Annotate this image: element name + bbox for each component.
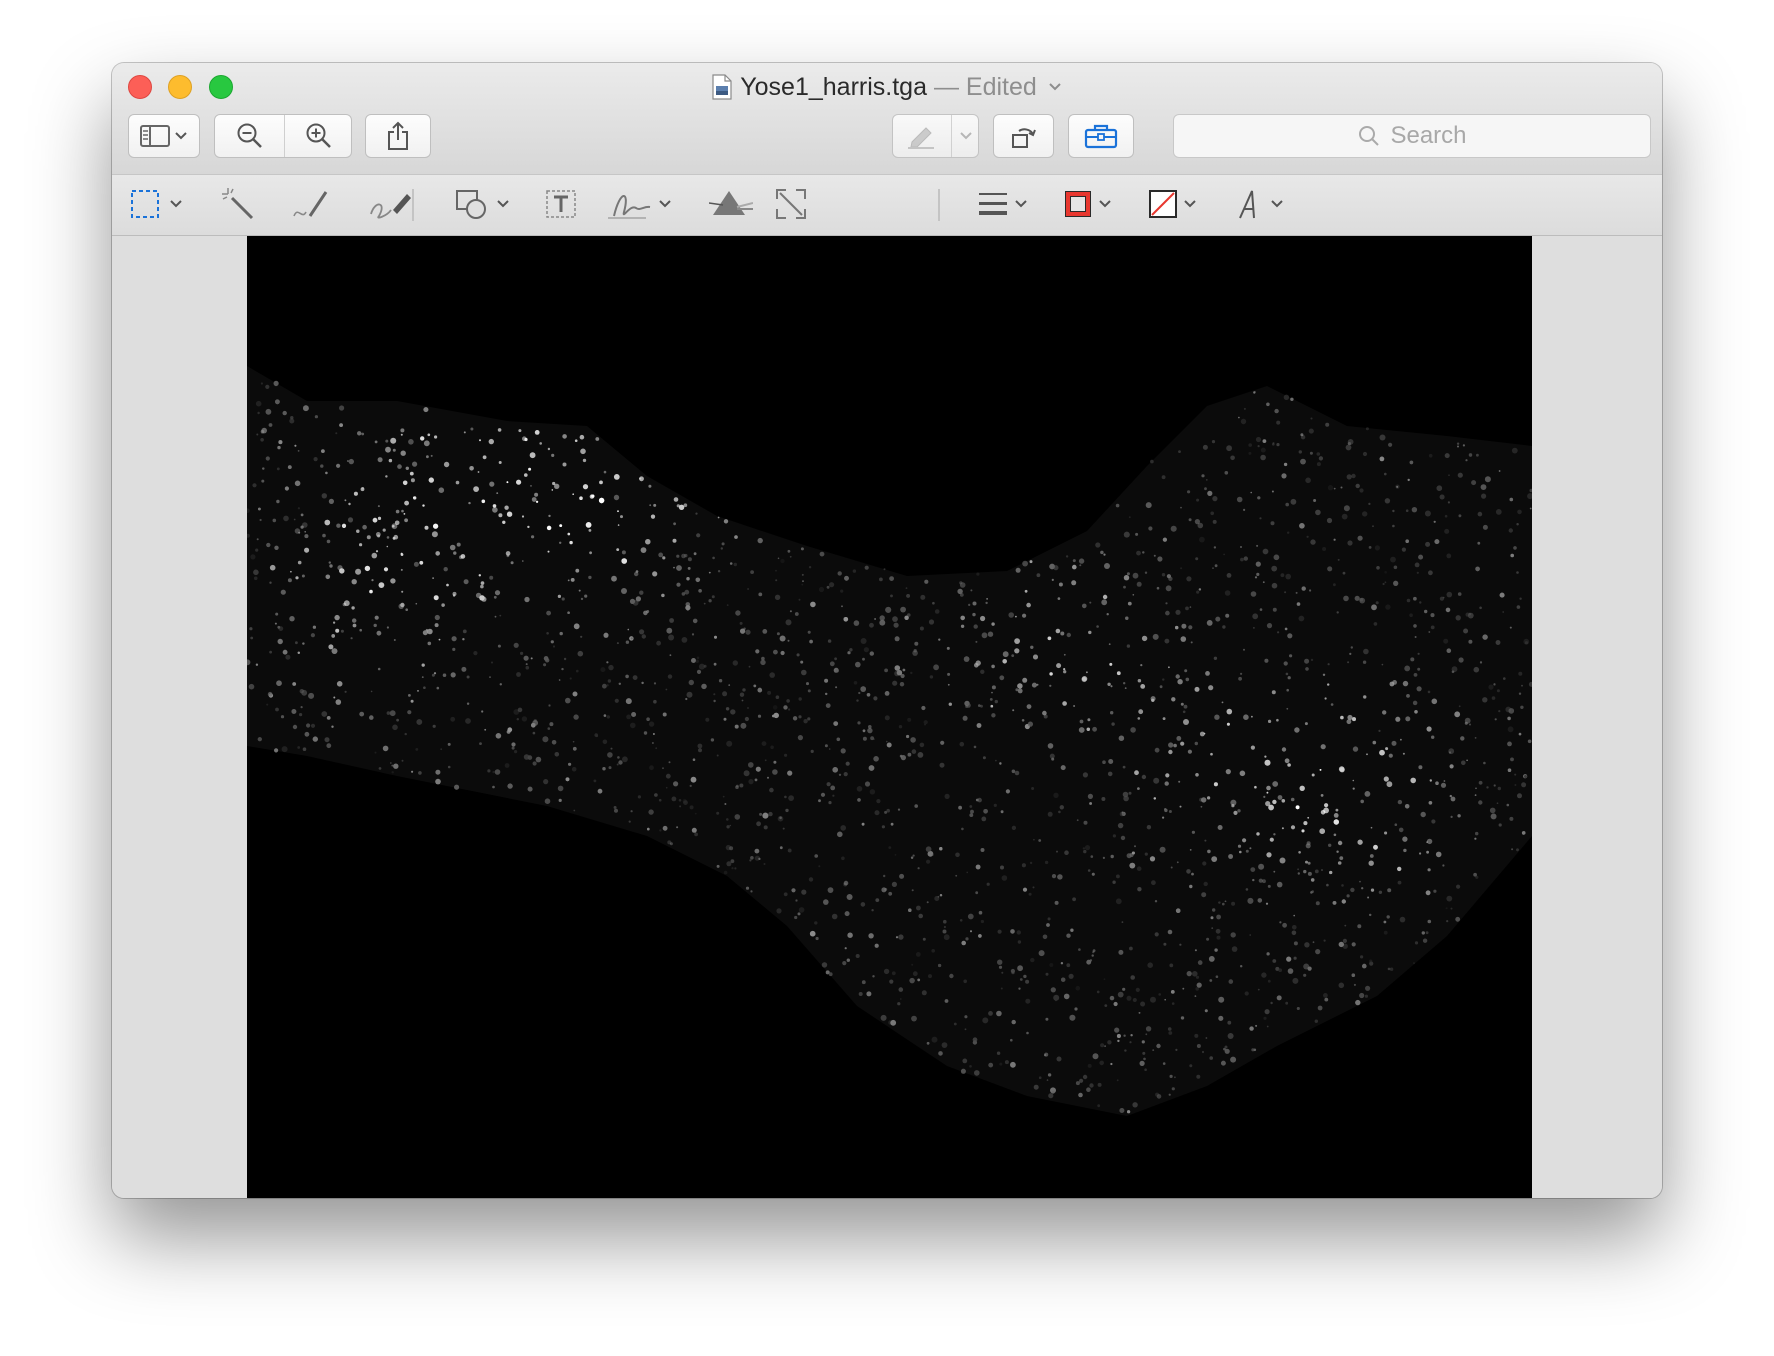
text-box-icon [546,190,576,218]
border-color-tool[interactable] [1064,184,1112,224]
border-color-swatch-icon [1065,191,1091,217]
rotate-button[interactable] [993,114,1054,158]
chevron-down-icon [170,200,182,208]
rectangular-selection-icon [131,190,159,218]
search-icon [1359,126,1380,146]
title-chevron-down-icon [1049,83,1061,91]
fill-color-swatch-icon [1149,190,1177,218]
chevron-down-icon [1271,200,1283,208]
shapes-icon [456,190,486,219]
zoom-button-group [214,114,352,158]
line-style-icon [979,193,1007,215]
share-button[interactable] [365,114,431,158]
text-style-tool[interactable] [1236,184,1284,224]
zoom-in-button[interactable] [285,115,353,157]
prism-icon [709,191,753,215]
sketch-pen-icon [293,191,328,217]
sidebar-toggle-button[interactable] [128,114,200,158]
edited-separator: — [933,73,959,101]
document-image[interactable] [247,236,1532,1198]
window-title[interactable]: Yose1_harris.tga — Edited [112,72,1662,102]
toolbox-icon [1084,124,1118,149]
chevron-down-icon [659,200,671,208]
document-icon [712,74,732,100]
document-content-area [112,236,1662,1198]
sign-tool[interactable] [606,184,672,224]
text-tool[interactable] [544,184,578,224]
draw-tool[interactable] [367,184,415,224]
markup-toolbox-button[interactable] [1068,114,1134,158]
adjust-size-tool[interactable] [774,184,808,224]
magic-wand-icon [222,188,254,220]
share-icon [388,121,408,150]
toolbar-divider [412,189,414,221]
edited-status: Edited [965,73,1037,101]
highlighter-icon [908,127,934,149]
rotate-icon [1011,128,1036,148]
chevron-down-icon [175,132,187,140]
shapes-tool[interactable] [454,184,510,224]
search-placeholder: Search [1390,122,1467,149]
resize-icon [776,189,806,219]
fill-color-tool[interactable] [1149,184,1197,224]
preview-window: Yose1_harris.tga — Edited Search [112,63,1662,1198]
draw-pen-icon [370,194,411,219]
chevron-down-icon [1184,200,1196,208]
document-filename: Yose1_harris.tga [740,73,927,101]
signature-icon [608,195,651,219]
harris-response-image [247,236,1532,1198]
instant-alpha-tool[interactable] [220,184,256,224]
highlight-button[interactable] [892,114,979,158]
sidebar-icon [140,125,170,147]
font-style-icon [1239,190,1255,219]
search-field[interactable]: Search [1173,114,1651,158]
rectangular-selection-tool[interactable] [129,184,183,224]
sketch-tool[interactable] [290,184,334,224]
chevron-down-icon [1099,200,1111,208]
chevron-down-icon [1015,200,1027,208]
chevron-down-icon [497,200,509,208]
markup-toolbar [112,174,1662,236]
shape-style-tool[interactable] [978,184,1028,224]
zoom-in-icon [306,123,331,148]
title-bar: Yose1_harris.tga — Edited Search [112,63,1662,174]
highlight-chevron-down-icon [960,132,972,140]
adjust-color-tool[interactable] [709,184,753,224]
toolbar-divider [938,189,940,221]
zoom-out-button[interactable] [215,115,284,157]
zoom-out-icon [237,123,262,148]
